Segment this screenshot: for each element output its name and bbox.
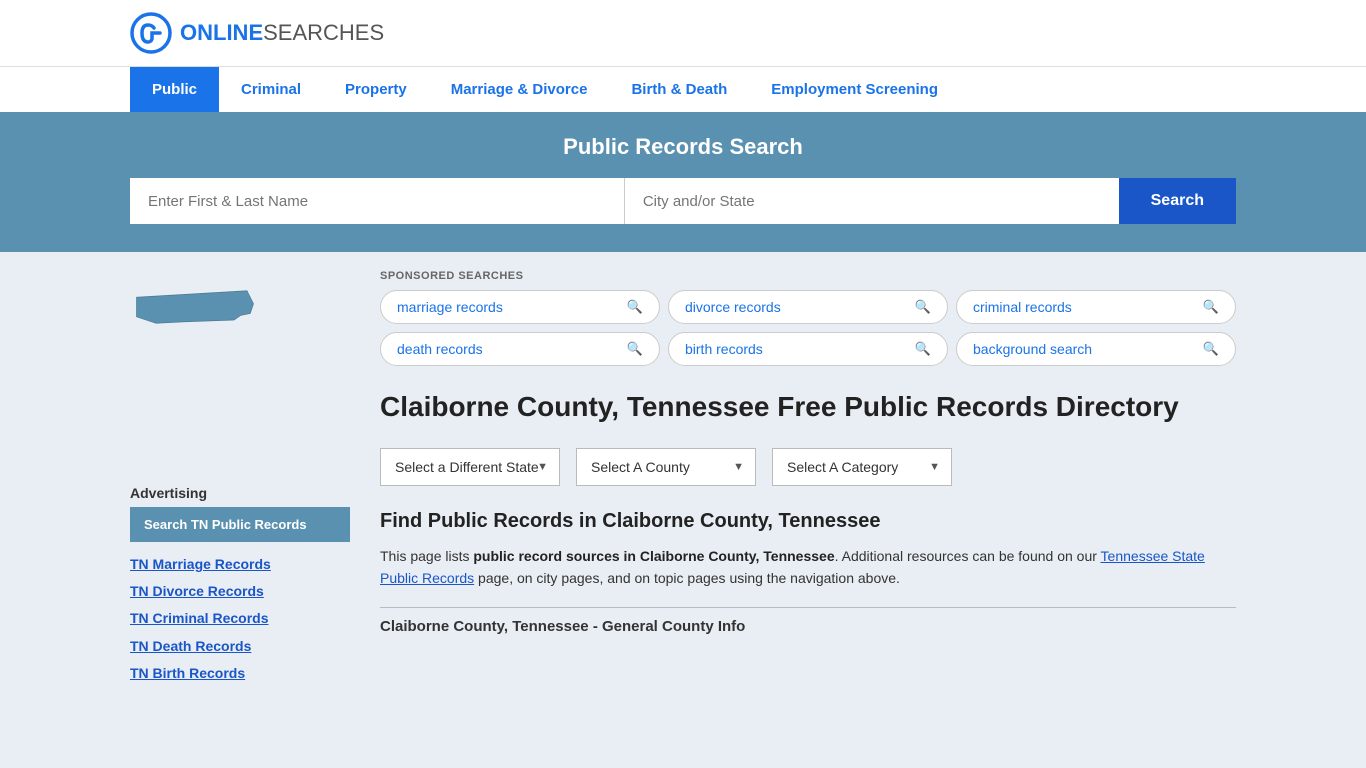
county-dropdown-wrapper: Select A County xyxy=(576,448,756,486)
search-icon-divorce: 🔍 xyxy=(915,299,931,315)
state-dropdown-wrapper: Select a Different State xyxy=(380,448,560,486)
tag-marriage[interactable]: marriage records 🔍 xyxy=(380,290,660,324)
content-area: SPONSORED SEARCHES marriage records 🔍 di… xyxy=(350,252,1236,706)
nav-item-marriage-divorce[interactable]: Marriage & Divorce xyxy=(429,67,610,112)
state-dropdown[interactable]: Select a Different State xyxy=(380,448,560,486)
find-body-bold: public record sources in Claiborne Count… xyxy=(473,548,834,564)
section-divider xyxy=(380,607,1236,608)
county-dropdown[interactable]: Select A County xyxy=(576,448,756,486)
category-dropdown[interactable]: Select A Category xyxy=(772,448,952,486)
sidebar-link-criminal[interactable]: TN Criminal Records xyxy=(130,606,350,631)
tag-criminal[interactable]: criminal records 🔍 xyxy=(956,290,1236,324)
main-nav: Public Criminal Property Marriage & Divo… xyxy=(0,66,1366,112)
nav-item-employment[interactable]: Employment Screening xyxy=(749,67,960,112)
search-icon-background: 🔍 xyxy=(1203,341,1219,357)
logo[interactable]: ONLINE SEARCHES xyxy=(130,12,384,54)
find-body-2: . Additional resources can be found on o… xyxy=(835,548,1101,564)
tn-map xyxy=(130,272,350,345)
advertising-label: Advertising xyxy=(130,485,350,501)
tag-birth-label: birth records xyxy=(685,341,763,357)
ad-box[interactable]: Search TN Public Records xyxy=(130,507,350,542)
logo-icon xyxy=(130,12,172,54)
dropdowns: Select a Different State Select A County… xyxy=(380,448,1236,486)
logo-searches: SEARCHES xyxy=(263,20,384,46)
sidebar-link-marriage[interactable]: TN Marriage Records xyxy=(130,552,350,577)
tag-death[interactable]: death records 🔍 xyxy=(380,332,660,366)
tag-birth[interactable]: birth records 🔍 xyxy=(668,332,948,366)
find-body-3: page, on city pages, and on topic pages … xyxy=(474,570,900,586)
sidebar-link-birth[interactable]: TN Birth Records xyxy=(130,661,350,686)
nav-item-birth-death[interactable]: Birth & Death xyxy=(609,67,749,112)
nav-item-criminal[interactable]: Criminal xyxy=(219,67,323,112)
search-location-input[interactable] xyxy=(624,178,1119,224)
tag-background[interactable]: background search 🔍 xyxy=(956,332,1236,366)
main-container: Advertising Search TN Public Records TN … xyxy=(0,252,1366,706)
tag-divorce[interactable]: divorce records 🔍 xyxy=(668,290,948,324)
find-heading: Find Public Records in Claiborne County,… xyxy=(380,510,1236,533)
search-banner: Public Records Search Search xyxy=(0,112,1366,252)
page-title: Claiborne County, Tennessee Free Public … xyxy=(380,390,1179,424)
general-info-title: Claiborne County, Tennessee - General Co… xyxy=(380,618,1236,635)
find-section: Find Public Records in Claiborne County,… xyxy=(380,510,1236,636)
find-body-1: This page lists xyxy=(380,548,473,564)
nav-item-property[interactable]: Property xyxy=(323,67,429,112)
logo-online: ONLINE xyxy=(180,20,263,46)
category-dropdown-wrapper: Select A Category xyxy=(772,448,952,486)
search-tags: marriage records 🔍 divorce records 🔍 cri… xyxy=(380,290,1236,366)
search-button[interactable]: Search xyxy=(1119,178,1236,224)
sidebar-links: TN Marriage Records TN Divorce Records T… xyxy=(130,552,350,686)
sidebar-link-death[interactable]: TN Death Records xyxy=(130,634,350,659)
tag-marriage-label: marriage records xyxy=(397,299,503,315)
sidebar: Advertising Search TN Public Records TN … xyxy=(130,252,350,706)
search-icon-birth: 🔍 xyxy=(915,341,931,357)
search-icon-death: 🔍 xyxy=(627,341,643,357)
tag-background-label: background search xyxy=(973,341,1092,357)
search-icon-marriage: 🔍 xyxy=(627,299,643,315)
tag-death-label: death records xyxy=(397,341,483,357)
search-name-input[interactable] xyxy=(130,178,624,224)
page-title-section: Claiborne County, Tennessee Free Public … xyxy=(380,390,1236,424)
state-map-svg xyxy=(130,272,260,342)
search-icon-criminal: 🔍 xyxy=(1203,299,1219,315)
sponsored-label: SPONSORED SEARCHES xyxy=(380,270,1236,282)
tag-divorce-label: divorce records xyxy=(685,299,781,315)
search-banner-title: Public Records Search xyxy=(130,134,1236,160)
find-body: This page lists public record sources in… xyxy=(380,545,1236,590)
sidebar-link-divorce[interactable]: TN Divorce Records xyxy=(130,579,350,604)
header: ONLINE SEARCHES xyxy=(0,0,1366,66)
search-form: Search xyxy=(130,178,1236,224)
tag-criminal-label: criminal records xyxy=(973,299,1072,315)
title-content: Claiborne County, Tennessee Free Public … xyxy=(380,390,1179,424)
nav-item-public[interactable]: Public xyxy=(130,67,219,112)
logo-text: ONLINE SEARCHES xyxy=(180,20,384,46)
